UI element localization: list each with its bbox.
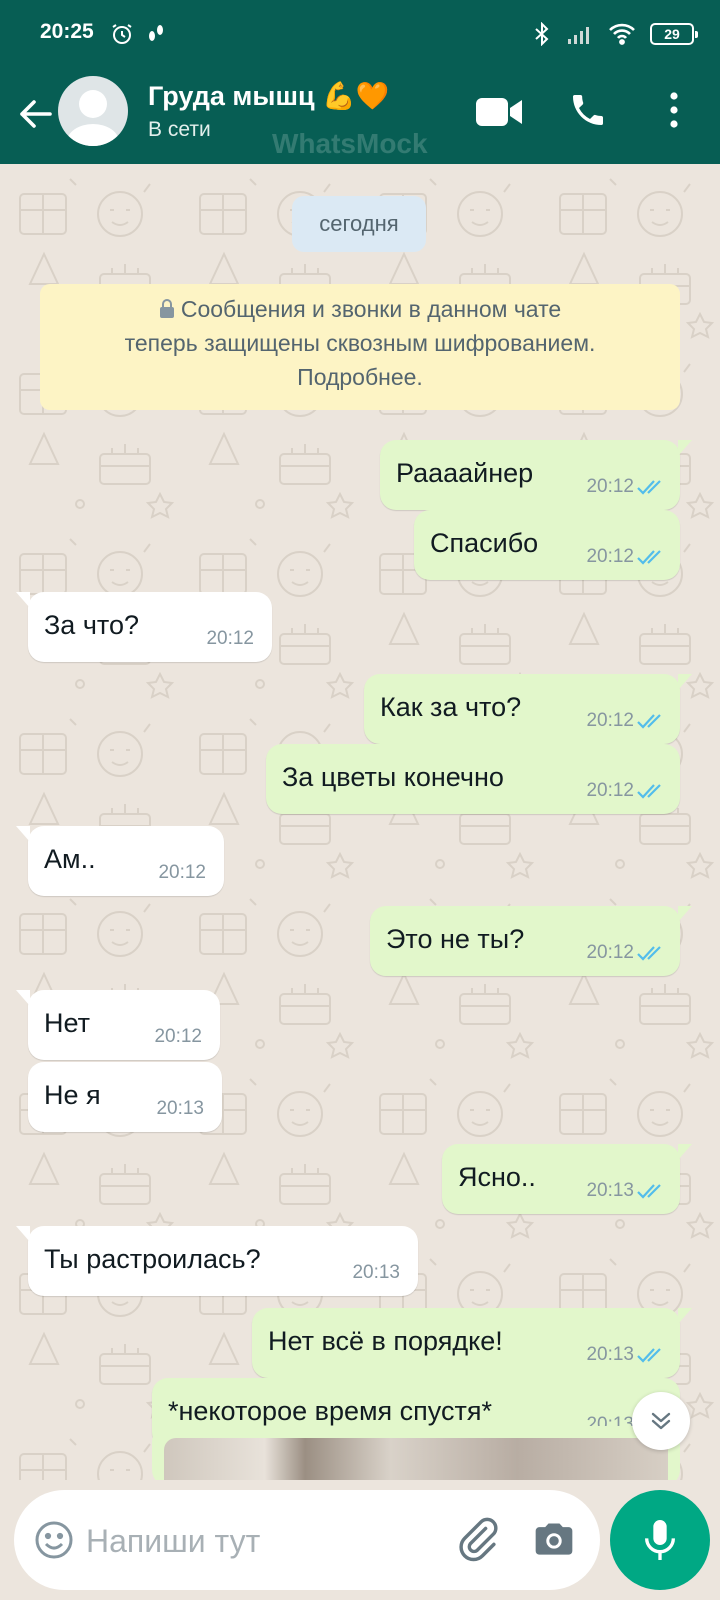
video-call-icon[interactable] [476,96,524,128]
message-bubble-outgoing[interactable]: Спасибо 20:12 [414,510,680,580]
message-text: *некоторое время спустя* [168,1396,492,1426]
avatar-placeholder-icon [67,90,119,146]
message-bubble-incoming[interactable]: За что? 20:12 [16,592,272,662]
double-check-icon [637,784,661,799]
message-input[interactable] [86,1514,446,1568]
phone-icon[interactable] [568,90,608,130]
alarm-icon [112,24,132,44]
message-bubble-outgoing[interactable]: Это не ты? 20:12 [370,906,692,976]
message-text: За что? [44,610,139,640]
footsteps-icon [149,25,163,41]
message-time: 20:12 [586,942,634,963]
message-time: 20:13 [586,1180,634,1201]
double-check-icon [637,550,661,565]
message-text: Нет [44,1008,90,1038]
status-bar: 20:25 29 [0,0,720,70]
message-time: 20:13 [352,1262,400,1283]
double-check-icon [637,714,661,729]
scroll-to-bottom-button[interactable] [632,1392,690,1450]
message-text: Спасибо [430,528,539,558]
mic-button[interactable] [610,1490,710,1590]
message-bubble-outgoing[interactable]: Как за что? 20:12 [364,674,692,744]
contact-status: В сети [148,118,211,141]
encryption-notice-line-2: теперь защищены сквозным шифрованием. [124,330,596,356]
message-bubble-incoming[interactable]: Ам.. 20:12 [16,826,224,896]
message-time: 20:13 [586,1344,634,1365]
message-time: 20:12 [158,862,206,883]
chat-area[interactable]: сегодня Сообщения и звонки в данном чате… [0,164,720,1480]
message-time: 20:12 [586,476,634,497]
watermark: WhatsMock [272,128,428,159]
image-message-partial[interactable] [152,1426,680,1480]
encryption-notice[interactable]: Сообщения и звонки в данном чате теперь … [40,284,680,410]
message-time: 20:12 [586,780,634,801]
message-time: 20:12 [586,546,634,567]
message-bubble-outgoing[interactable]: Нет всё в порядке! 20:13 [252,1308,692,1378]
message-text: Это не ты? [386,924,525,954]
message-text: Как за что? [380,692,522,722]
message-text: За цветы конечно [282,762,504,792]
double-check-icon [637,1184,661,1199]
message-text: Раааайнер [396,458,534,488]
bluetooth-icon [535,22,549,46]
lock-icon [159,299,174,318]
encryption-notice-line-1: Сообщения и звонки в данном чате [40,292,680,326]
message-bubble-outgoing[interactable]: Ясно.. 20:13 [442,1144,692,1214]
status-left-icons [110,22,168,46]
message-text: Ам.. [44,844,96,874]
chat-header: Груда мышц 💪🧡 В сети WhatsMock [0,70,720,164]
message-bubble-incoming[interactable]: Не я 20:13 [28,1062,222,1132]
encryption-notice-text-1: Сообщения и звонки в данном чате [180,296,562,322]
image-thumbnail [164,1438,668,1480]
double-check-icon [637,1348,661,1363]
back-arrow-icon[interactable] [14,92,58,136]
message-text: Не я [44,1080,101,1110]
double-check-icon [637,480,661,495]
message-time: 20:12 [154,1026,202,1047]
message-bubble-incoming[interactable]: Нет 20:12 [16,990,220,1060]
message-time: 20:12 [206,628,254,649]
date-chip: сегодня [292,196,426,252]
message-time: 20:13 [156,1098,204,1119]
encryption-notice-line-3: Подробнее. [297,364,423,390]
avatar[interactable] [58,76,128,146]
attach-icon[interactable] [454,1516,500,1562]
chevrons-down-icon [651,1412,671,1430]
message-time: 20:12 [586,710,634,731]
message-bubble-outgoing[interactable]: За цветы конечно 20:12 [266,744,680,814]
status-time: 20:25 [40,20,94,43]
mic-icon [645,1520,675,1560]
contact-name[interactable]: Груда мышц 💪🧡 [148,80,389,112]
emoji-icon[interactable] [34,1520,74,1560]
message-text: Ты растроилась? [44,1244,261,1274]
message-text: Ясно.. [458,1162,536,1192]
double-check-icon [637,946,661,961]
signal-icon [568,27,589,44]
camera-icon[interactable] [532,1518,576,1562]
status-right-icons: 29 [532,22,698,46]
wifi-icon [609,23,635,45]
message-bubble-incoming[interactable]: Ты растроилась? 20:13 [16,1226,418,1296]
more-vert-icon[interactable] [668,90,680,130]
message-composer [14,1490,600,1590]
message-text: Нет всё в порядке! [268,1326,503,1356]
battery-indicator: 29 [650,23,698,45]
message-bubble-outgoing[interactable]: Раааайнер 20:12 [380,440,692,510]
